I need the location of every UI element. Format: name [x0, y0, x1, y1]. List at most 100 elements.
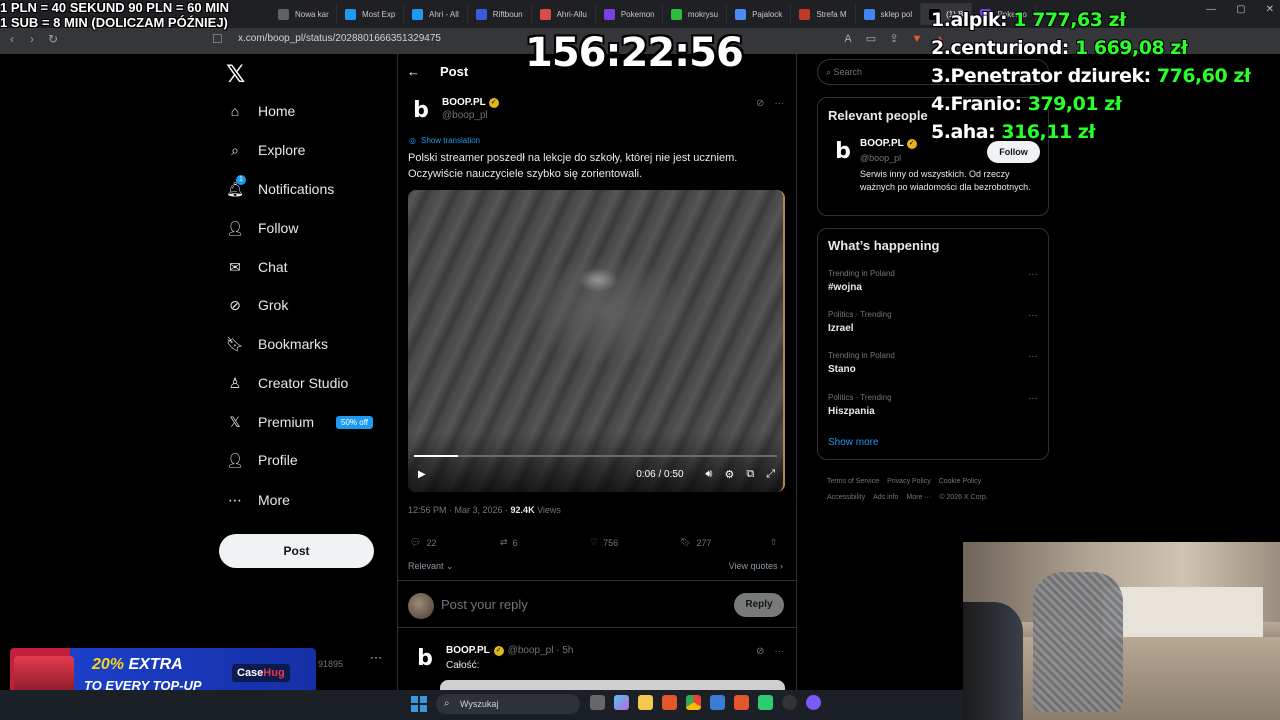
close-icon[interactable]: ✕: [1266, 4, 1274, 15]
windows-start-icon[interactable]: [411, 696, 427, 712]
cast-icon[interactable]: ▭: [865, 33, 877, 45]
task-view-icon[interactable]: [590, 695, 605, 710]
author-name[interactable]: BOOP.PL: [442, 97, 486, 108]
trend-context: Politics · Trending: [828, 393, 892, 402]
browser-tab[interactable]: Most Exp: [337, 3, 404, 25]
trend-item[interactable]: Politics · Trending Izrael ···: [828, 310, 1038, 334]
browser-tab[interactable]: Riftboun: [468, 3, 532, 25]
post-button[interactable]: Post: [219, 534, 374, 568]
repost-action[interactable]: ⇄ 6: [500, 537, 590, 548]
brave-icon[interactable]: [662, 695, 677, 710]
more-options-icon[interactable]: ···: [1028, 351, 1038, 362]
show-more-link[interactable]: Show more: [828, 437, 879, 448]
browser-tab[interactable]: Strefa M: [791, 3, 856, 25]
app-icon[interactable]: [710, 695, 725, 710]
person-name[interactable]: BOOP.PL: [860, 138, 904, 149]
nav-item-follow[interactable]: 👤︎ Follow: [226, 219, 298, 237]
settings-gear-icon[interactable]: ⚙: [724, 468, 734, 481]
footer-link[interactable]: Cookie Policy: [939, 478, 981, 485]
bookmark-action[interactable]: 🔖︎ 277: [680, 537, 770, 548]
back-arrow-icon[interactable]: ←: [407, 64, 420, 79]
footer-link[interactable]: More ···: [906, 494, 931, 501]
trend-item[interactable]: Trending in Poland #wojna ···: [828, 269, 1038, 293]
browser-tab[interactable]: Ahri - All: [404, 3, 468, 25]
bookmark-star-icon[interactable]: ☐: [212, 32, 223, 46]
nav-item-label: Profile: [258, 452, 298, 468]
nav-item-home[interactable]: ⌂ Home: [226, 102, 296, 120]
video-progress-bar[interactable]: [414, 455, 777, 457]
avatar[interactable]: b: [412, 645, 438, 671]
nav-item-grok[interactable]: ⊘ Grok: [226, 296, 288, 314]
reply-button[interactable]: Reply: [734, 593, 784, 617]
reply-author-name[interactable]: BOOP.PL: [446, 645, 490, 656]
person-handle[interactable]: @boop_pl: [860, 153, 901, 163]
browser-tab[interactable]: Pokemon: [596, 3, 663, 25]
author-handle[interactable]: @boop_pl: [442, 110, 499, 121]
explore-icon: ⌕: [231, 141, 239, 158]
nav-item-premium[interactable]: 𝕏 Premium 50% off: [226, 413, 373, 431]
url-field[interactable]: x.com/boop_pl/status/2028801666351329475: [238, 33, 441, 44]
volume-icon[interactable]: 🔊︎: [706, 468, 713, 481]
trend-item[interactable]: Politics · Trending Hiszpania ···: [828, 393, 1038, 417]
footer-link[interactable]: Privacy Policy: [887, 478, 931, 485]
taskbar-search[interactable]: ⌕ Wyszukaj: [436, 694, 580, 714]
account-more-icon[interactable]: ···: [370, 650, 382, 664]
share-icon[interactable]: ⇪: [888, 33, 900, 45]
nav-item-profile[interactable]: 👤︎ Profile: [226, 451, 298, 469]
more-options-icon[interactable]: ···: [774, 646, 784, 657]
nav-item-bookmarks[interactable]: 🔖︎ Bookmarks: [226, 335, 328, 353]
nav-item-chat[interactable]: ✉ Chat: [226, 258, 288, 276]
brave-active-icon[interactable]: [734, 695, 749, 710]
post-timestamp[interactable]: 12:56 PM · Mar 3, 2026 ·: [408, 505, 511, 515]
nav-item-notifications[interactable]: 🔔︎ Notifications 1: [226, 175, 334, 198]
chrome-icon[interactable]: [686, 695, 701, 710]
notepad-icon[interactable]: [758, 695, 773, 710]
footer-link[interactable]: Accessibility: [827, 494, 865, 501]
trend-item[interactable]: Trending in Poland Stano ···: [828, 351, 1038, 375]
reply-action[interactable]: 💬︎ 22: [410, 537, 500, 548]
more-options-icon[interactable]: ···: [774, 98, 784, 109]
copilot-icon[interactable]: [614, 695, 629, 710]
footer-link[interactable]: Ads info: [873, 494, 898, 501]
forward-icon[interactable]: ›: [30, 32, 34, 46]
browser-tab[interactable]: Ahri-Allu: [532, 3, 596, 25]
share-action[interactable]: ⇧: [770, 537, 778, 548]
browser-tab[interactable]: Nowa kar: [270, 3, 337, 25]
x-logo[interactable]: 𝕏: [226, 60, 245, 89]
discord-icon[interactable]: [806, 695, 821, 710]
relevant-sort[interactable]: Relevant ⌄: [408, 561, 454, 572]
pip-icon[interactable]: ⧉: [746, 468, 754, 481]
post-author[interactable]: b BOOP.PL ✓ @boop_pl: [408, 97, 499, 123]
fullscreen-icon[interactable]: ⤢: [766, 468, 775, 481]
back-icon[interactable]: ‹: [10, 32, 14, 46]
nav-item-more[interactable]: ⋯ More: [226, 491, 290, 509]
browser-tab[interactable]: sklep pol: [856, 3, 922, 25]
more-options-icon[interactable]: ···: [1028, 310, 1038, 321]
grok-icon[interactable]: ⊘: [756, 98, 764, 109]
reply-post[interactable]: b BOOP.PL ✓ @boop_pl · 5h Całość:: [412, 645, 573, 671]
video-player[interactable]: ▶ 0:06 / 0:50 🔊︎ ⚙ ⧉ ⤢: [408, 190, 785, 492]
more-options-icon[interactable]: ···: [1028, 393, 1038, 404]
view-quotes-link[interactable]: View quotes ›: [729, 561, 783, 572]
nav-item-explore[interactable]: ⌕ Explore: [226, 141, 305, 159]
nav-item-creator[interactable]: ♙ Creator Studio: [226, 374, 349, 392]
footer-link[interactable]: Terms of Service: [827, 478, 879, 485]
avatar[interactable]: b: [408, 97, 434, 123]
translate-icon[interactable]: A: [842, 33, 854, 45]
show-translation-label[interactable]: Show translation: [421, 136, 480, 145]
my-avatar[interactable]: [408, 593, 434, 619]
browser-tab[interactable]: mokrysu: [663, 3, 728, 25]
brave-shield-icon[interactable]: ▼: [911, 33, 923, 45]
play-icon[interactable]: ▶: [418, 469, 426, 480]
obs-icon[interactable]: [782, 695, 797, 710]
avatar[interactable]: b: [830, 138, 856, 164]
like-action[interactable]: ♡ 756: [590, 537, 680, 548]
grok-icon[interactable]: ⊘: [756, 646, 764, 657]
show-translation[interactable]: ◎ Show translation: [409, 136, 480, 145]
browser-tab[interactable]: Pajalock: [727, 3, 792, 25]
reply-input[interactable]: Post your reply: [441, 597, 528, 612]
file-explorer-icon[interactable]: [638, 695, 653, 710]
reload-icon[interactable]: ↻: [48, 32, 58, 46]
nav-item-label: Chat: [258, 259, 288, 275]
more-options-icon[interactable]: ···: [1028, 269, 1038, 280]
